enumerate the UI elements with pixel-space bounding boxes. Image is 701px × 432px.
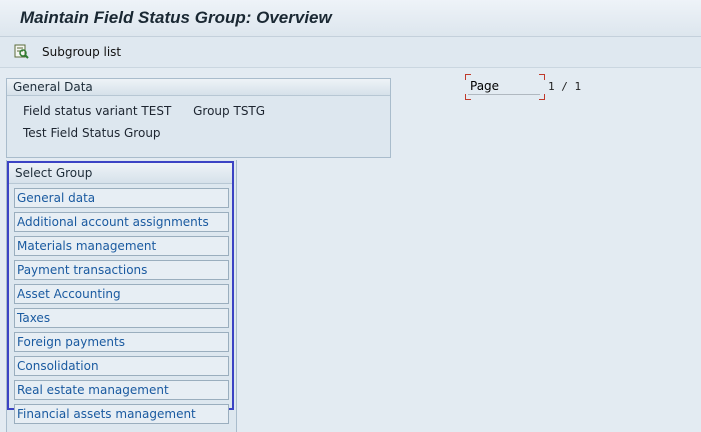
group-item-additional-account-assignments[interactable]: Additional account assignments	[14, 212, 229, 232]
group-label: Group	[193, 104, 230, 118]
field-status-variant-value: TEST	[141, 104, 172, 118]
select-group-panel: Select Group General data Additional acc…	[7, 161, 234, 424]
group-item-foreign-payments[interactable]: Foreign payments	[14, 332, 229, 352]
group-item-real-estate-management[interactable]: Real estate management	[14, 380, 229, 400]
group-item-materials-management[interactable]: Materials management	[14, 236, 229, 256]
toolbar: Subgroup list	[0, 37, 701, 68]
page-field[interactable]: Page	[465, 74, 545, 100]
field-status-row: Field status variant TEST Group TSTG	[23, 104, 265, 118]
general-data-panel: General Data Field status variant TEST G…	[6, 78, 391, 158]
subgroup-list-button[interactable]: Subgroup list	[14, 42, 121, 62]
page-title: Maintain Field Status Group: Overview	[20, 8, 332, 27]
title-bar: Maintain Field Status Group: Overview	[0, 0, 701, 37]
field-status-variant-label: Field status variant	[23, 104, 138, 118]
page-total: 1	[574, 80, 582, 93]
group-item-asset-accounting[interactable]: Asset Accounting	[14, 284, 229, 304]
group-item-consolidation[interactable]: Consolidation	[14, 356, 229, 376]
group-item-taxes[interactable]: Taxes	[14, 308, 229, 328]
select-group-list: General data Additional account assignme…	[14, 188, 229, 428]
subgroup-list-label: Subgroup list	[42, 45, 122, 59]
general-data-header: General Data	[7, 79, 390, 96]
group-item-financial-assets-management[interactable]: Financial assets management	[14, 404, 229, 424]
group-value: TSTG	[233, 104, 266, 118]
select-group-header: Select Group	[9, 163, 232, 184]
subgroup-list-icon	[14, 44, 29, 59]
group-item-general-data[interactable]: General data	[14, 188, 229, 208]
page-number: 1 / 1	[548, 80, 581, 93]
group-item-payment-transactions[interactable]: Payment transactions	[14, 260, 229, 280]
page-separator: /	[561, 80, 568, 93]
group-description: Test Field Status Group	[23, 126, 161, 140]
page-label: Page	[468, 79, 540, 95]
page-current: 1	[548, 80, 555, 93]
